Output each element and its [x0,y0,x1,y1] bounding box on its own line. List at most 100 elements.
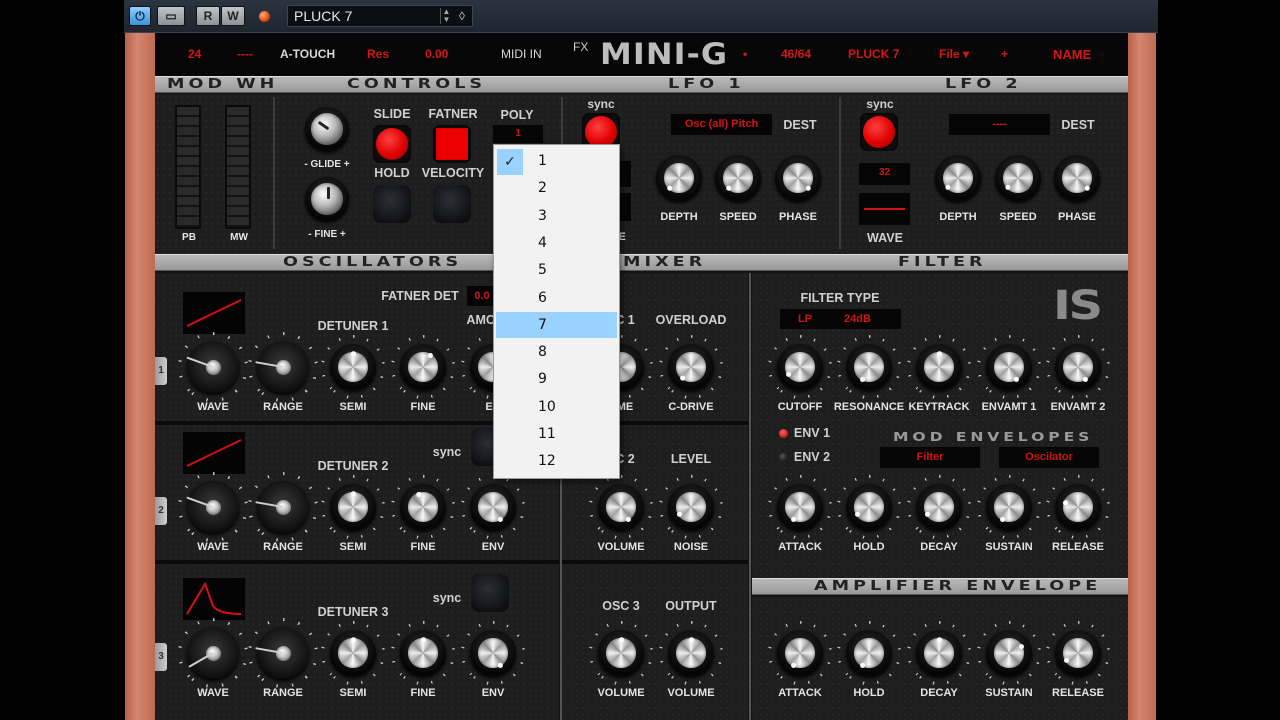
ampenv-decay-knob[interactable] [907,621,971,685]
mod-wheel[interactable] [225,105,251,229]
mixer-osc2-volume-knob[interactable] [589,475,653,539]
poly-option-8[interactable]: 8 [496,339,617,365]
slide-toggle[interactable] [373,125,411,163]
preset-menu-icon[interactable]: ◊ [455,8,469,24]
noise-level-knob[interactable] [659,475,723,539]
ampenv-hold-knob[interactable] [837,621,901,685]
filter-type-select[interactable]: LP 24dB [780,309,901,329]
osc1-wave-knob[interactable] [178,332,248,402]
osc3-fine-knob[interactable] [391,621,455,685]
lfo2-phase-label: PHASE [1058,211,1096,223]
poly-option-1[interactable]: ✓ 1 [496,148,617,175]
fatner-toggle[interactable] [433,125,471,163]
poly-option-3[interactable]: 3 [496,203,617,229]
osc2-wave-knob[interactable] [178,472,248,542]
ampenv-release-knob[interactable] [1046,621,1110,685]
filter-cutoff-knob[interactable] [768,335,832,399]
pitch-bend-wheel[interactable] [175,105,201,229]
modenv-hold-knob[interactable] [837,475,901,539]
overload-knob-knob[interactable] [659,335,723,399]
osc1-fine-knob[interactable] [391,335,455,399]
lfo2-depth-knob[interactable] [935,155,981,201]
lfo1-depth-knob[interactable] [656,155,702,201]
osc3-env-knob[interactable] [461,621,525,685]
lfo1-dest-select[interactable]: Osc (all) Pitch [671,114,772,135]
output-volume-knob[interactable] [659,621,723,685]
read-automation-button[interactable]: R [196,6,220,26]
separator-dot: • [743,47,748,61]
velocity-toggle[interactable] [433,185,471,223]
poly-option-11[interactable]: 11 [496,421,617,447]
preset-selector[interactable]: PLUCK 7 ▲ ▼ ◊ [287,5,473,27]
mixer-osc3-volume-knob[interactable] [589,621,653,685]
env1-label[interactable]: ENV 1 [794,426,830,440]
poly-option-4[interactable]: 4 [496,230,617,256]
osc3-wave-knob[interactable] [178,618,248,688]
hold-toggle[interactable] [373,185,411,223]
lfo1-phase-knob[interactable] [775,155,821,201]
osc1-semi-knob[interactable] [321,335,385,399]
osc2-range-label: RANGE [263,541,303,553]
modenv-attack-knob[interactable] [768,475,832,539]
filter-envamt2-knob[interactable] [1046,335,1110,399]
bypass-button[interactable]: ▭ [157,6,185,26]
osc3-semi-knob[interactable] [321,621,385,685]
poly-option-2[interactable]: 2 [496,175,617,201]
filter-envamt1-knob[interactable] [977,335,1041,399]
poly-option-5[interactable]: 5 [496,257,617,283]
modenv-dest2-select[interactable]: Oscilator [999,447,1099,468]
env2-label[interactable]: ENV 2 [794,450,830,464]
env2-led-icon[interactable] [779,453,788,462]
knob-cap [408,638,438,668]
osc2-tab[interactable]: 2 [155,497,167,525]
preset-up-down-icon[interactable]: ▲ ▼ [440,8,452,24]
modenv-sustain-knob[interactable] [977,475,1041,539]
lfo1-speed-knob[interactable] [715,155,761,201]
poly-option-6[interactable]: 6 [496,285,617,311]
glide-knob[interactable] [305,107,349,151]
poly-option-9[interactable]: 9 [496,366,617,392]
knob-pointer [805,185,811,191]
osc3-tab[interactable]: 3 [155,643,167,671]
ampenv-sustain-knob[interactable] [977,621,1041,685]
modenv-dest1-select[interactable]: Filter [880,447,980,468]
add-preset-button[interactable]: + [1001,47,1008,61]
osc2-fine-knob[interactable] [391,475,455,539]
modenv-release-knob[interactable] [1046,475,1110,539]
filter-resonance-knob[interactable] [837,335,901,399]
aftertouch-dest-value[interactable]: ---- [237,47,253,61]
poly-option-12[interactable]: 12 [496,448,617,474]
preset-name-display[interactable]: PLUCK 7 [848,47,899,61]
poly-option-7[interactable]: 7 [496,311,617,338]
filter-envamt2-label: ENVAMT 2 [1050,401,1106,413]
lfo2-dest-select[interactable]: ---- [949,114,1050,135]
poly-option-10[interactable]: 10 [496,394,617,420]
pitch-bend-range-value[interactable]: 24 [188,47,201,61]
modenv-decay-knob[interactable] [907,475,971,539]
osc2-env-knob[interactable] [461,475,525,539]
lfo2-sync-toggle[interactable] [860,113,898,151]
res-value[interactable]: 0.00 [425,47,448,61]
osc3-sync-toggle[interactable] [471,574,509,612]
power-button[interactable]: ⏻ [129,6,151,26]
osc3-range-knob[interactable] [248,618,318,688]
lfo2-speed-knob[interactable] [995,155,1041,201]
fine-tune-knob[interactable] [305,177,349,221]
osc2-range-knob[interactable] [248,472,318,542]
osc2-semi-knob[interactable] [321,475,385,539]
lfo2-wave-display[interactable] [859,193,910,225]
osc1-range-knob[interactable] [248,332,318,402]
lfo2-rate-display[interactable]: 32 [859,163,910,185]
filter-keytrack-knob[interactable] [907,335,971,399]
write-automation-button[interactable]: W [221,6,245,26]
knob-pointer [944,184,950,190]
file-menu-button[interactable]: File ▾ [939,47,969,61]
name-button[interactable]: NAME [1053,47,1091,62]
osc1-tab[interactable]: 1 [155,357,167,385]
osc3-waveform-display [183,578,245,620]
env1-led-icon[interactable] [779,429,788,438]
ampenv-attack-knob[interactable] [768,621,832,685]
lfo2-phase-knob[interactable] [1054,155,1100,201]
poly-select[interactable]: 1 [493,125,543,143]
osc2-wave-label: WAVE [197,541,229,553]
